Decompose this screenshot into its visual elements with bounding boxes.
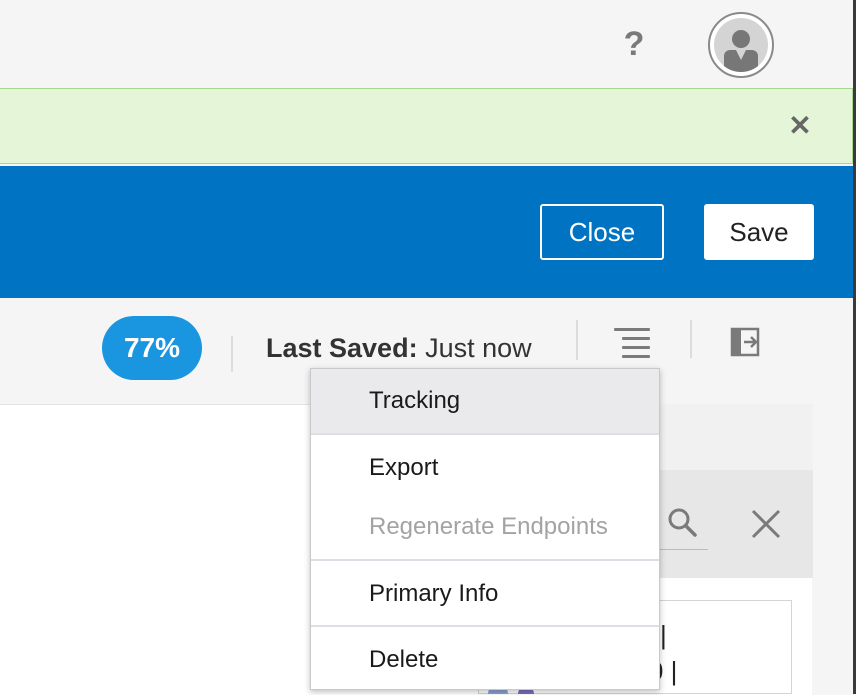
menu-item-label: Export [369,454,439,481]
exit-panel-icon[interactable] [730,326,764,358]
user-avatar[interactable] [708,12,774,78]
menu-item-tracking[interactable]: Tracking [311,369,659,433]
actions-dropdown-menu: Tracking Export Regenerate Endpoints Pri… [310,368,660,690]
last-saved-value: Just now [425,333,532,363]
menu-item-label: Delete [369,646,439,673]
user-avatar-icon [714,18,768,72]
notification-banner [0,88,853,164]
menu-separator [311,559,659,561]
close-button[interactable]: Close [540,204,664,260]
close-icon[interactable] [748,506,784,542]
toolbar-divider [576,320,578,360]
hamburger-menu-icon[interactable] [614,326,650,358]
progress-badge: 77% [102,316,202,380]
menu-item-label: Regenerate Endpoints [369,513,608,540]
search-icon[interactable] [666,506,698,538]
menu-separator [311,433,659,435]
menu-item-delete[interactable]: Delete [311,645,659,675]
toolbar-divider [231,336,233,372]
toolbar-divider [690,320,692,358]
menu-item-export[interactable]: Export [311,453,659,483]
menu-separator [311,625,659,627]
last-saved-status: Last Saved: Just now [266,330,532,366]
last-saved-label: Last Saved: [266,333,418,363]
menu-item-label: Tracking [369,387,461,414]
notification-close-icon[interactable]: ✕ [786,112,814,140]
save-button[interactable]: Save [704,204,814,260]
help-question-icon[interactable]: ? [620,22,648,66]
menu-item-primary-info[interactable]: Primary Info [311,579,659,609]
menu-item-regenerate-endpoints: Regenerate Endpoints [311,512,659,542]
card-text: | [660,620,667,650]
menu-item-label: Primary Info [369,580,499,607]
